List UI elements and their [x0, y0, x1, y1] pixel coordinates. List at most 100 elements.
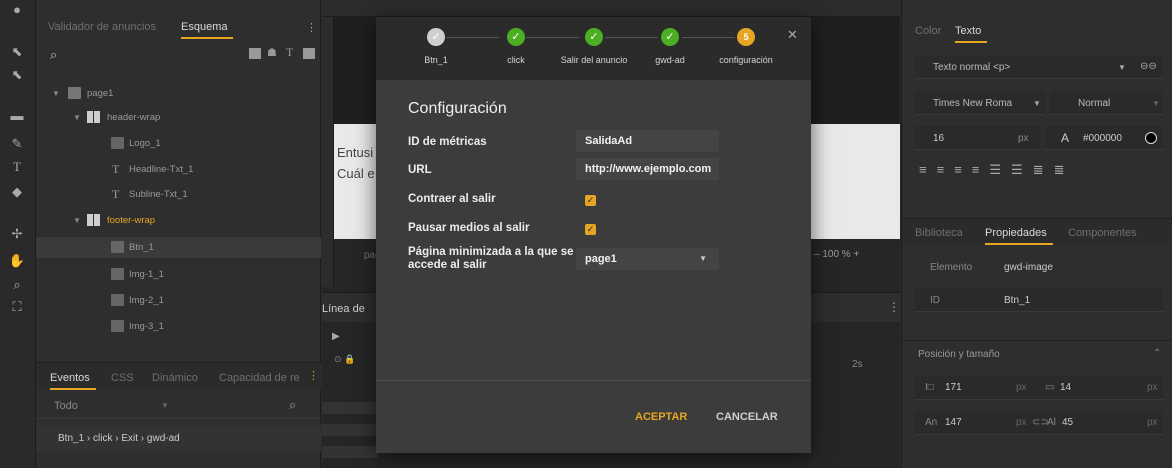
events-filter[interactable]: Todo ▼ ⌕ — [36, 393, 321, 419]
metrics-id-label: ID de métricas — [408, 136, 487, 148]
x-value: 171 — [945, 382, 962, 393]
size-fields[interactable]: An 147 px ⊂⊃ Al 45 px — [915, 411, 1163, 435]
id-value: Btn_1 — [1004, 295, 1031, 306]
tree-item-logo[interactable]: Logo_1 — [36, 133, 321, 154]
tab-ad-validator[interactable]: Validador de anuncios — [48, 21, 156, 33]
chevron-down-icon: ▼ — [1118, 63, 1126, 72]
y-position-icon: ▭ — [1045, 382, 1055, 393]
image-filter-icon[interactable] — [249, 48, 261, 59]
caret-down-icon[interactable]: ▼ — [73, 107, 81, 128]
section-title: Posición y tamaño — [918, 349, 1000, 360]
timeline-layer-row[interactable] — [322, 424, 378, 436]
url-input[interactable]: http://www.ejemplo.com — [576, 158, 719, 180]
x-unit: px — [1016, 382, 1027, 393]
align-left-icon[interactable]: ≡ — [919, 162, 937, 177]
ordered-list-icon[interactable]: ☰ — [989, 162, 1011, 177]
font-family-select[interactable]: Times New Roma ▼ — [915, 91, 1045, 115]
configuration-dialog: ✓ Btn_1 ✓ click ✓ Salir del anuncio ✓ gw… — [376, 17, 811, 453]
fullscreen-tool-icon[interactable]: ⛶ — [6, 297, 28, 317]
metrics-id-input[interactable]: SalidaAd — [576, 130, 719, 152]
tab-css[interactable]: CSS — [111, 372, 134, 384]
caret-down-icon[interactable]: ▼ — [52, 83, 60, 104]
panel-menu-icon[interactable]: ⋮ — [308, 369, 319, 382]
search-icon[interactable]: ⌕ — [50, 47, 57, 63]
font-color-input[interactable]: A #000000 — [1045, 126, 1163, 150]
tree-item-label: Subline-Txt_1 — [129, 189, 188, 200]
tab-outline[interactable]: Esquema — [181, 21, 235, 39]
tab-properties[interactable]: Propiedades — [985, 227, 1053, 245]
text-filter-icon[interactable]: T — [286, 45, 293, 60]
panel-menu-icon[interactable]: ⋮ — [306, 21, 317, 34]
tree-item-img3[interactable]: Img-3_1 — [36, 316, 321, 337]
unordered-list-icon[interactable]: ☰ — [1011, 162, 1033, 177]
tab-dynamic[interactable]: Dinámico — [152, 372, 198, 384]
text-style-select[interactable]: Texto normal <p> ▼ ⊖⊖ — [915, 55, 1163, 79]
tab-color[interactable]: Color — [915, 25, 941, 37]
cancel-button[interactable]: CANCELAR — [716, 411, 778, 423]
tab-text[interactable]: Texto — [955, 25, 988, 43]
minimized-page-select[interactable]: page1 ▼ — [576, 248, 719, 270]
link-icon[interactable]: ⊖⊖ — [1140, 61, 1157, 72]
accept-button[interactable]: ACEPTAR — [635, 411, 687, 423]
timeline-layer-row[interactable] — [322, 402, 378, 414]
tab-library[interactable]: Biblioteca — [915, 227, 963, 239]
tree-item-label: Logo_1 — [129, 138, 161, 149]
pause-media-checkbox[interactable]: ✓ — [585, 224, 596, 235]
tree-item-subline[interactable]: T Subline-Txt_1 — [36, 184, 321, 205]
position-fields[interactable]: I□ 171 px ▭ 14 px — [915, 376, 1163, 400]
tree-item-footer-wrap[interactable]: ▼ footer-wrap — [36, 210, 321, 231]
indent-icon[interactable]: ≣ — [1054, 162, 1075, 177]
alignment-toolbar[interactable]: ≡≡≡≡☰☰≣≣ — [915, 162, 1163, 186]
zoom-control[interactable]: – 100 % + — [814, 249, 859, 260]
pen-tool-icon[interactable]: ✎ — [6, 134, 28, 154]
text-tool-icon[interactable]: T — [6, 157, 28, 177]
font-weight-select[interactable]: Normal ▼ — [1050, 91, 1163, 115]
justify-icon[interactable]: ≡ — [972, 162, 990, 177]
group-filter-icon[interactable]: ☗ — [267, 46, 277, 59]
align-right-icon[interactable]: ≡ — [954, 162, 972, 177]
outdent-icon[interactable]: ≣ — [1033, 162, 1054, 177]
tab-events[interactable]: Eventos — [50, 372, 96, 390]
visibility-lock-icons[interactable]: ⊙ 🔒 — [334, 354, 355, 365]
step-exit-ad[interactable]: ✓ Salir del anuncio — [554, 28, 634, 65]
tree-item-img1[interactable]: Img-1_1 — [36, 264, 321, 285]
position-size-header[interactable]: Posición y tamaño ⌃ — [902, 340, 1172, 366]
font-size-input[interactable]: 16 px — [915, 126, 1040, 150]
zoom-tool-icon[interactable]: ⌕ — [6, 275, 28, 295]
step-click[interactable]: ✓ click — [476, 28, 556, 65]
color-swatch[interactable] — [1145, 132, 1157, 144]
horizontal-ruler — [322, 0, 900, 17]
tag-tool-icon[interactable]: ▬ — [6, 106, 28, 126]
3d-tool-icon[interactable]: ✢ — [6, 224, 28, 244]
fill-tool-icon[interactable]: ◆ — [6, 182, 28, 202]
chevron-up-icon[interactable]: ⌃ — [1153, 348, 1161, 359]
image-icon — [111, 294, 124, 306]
step-gwd-ad[interactable]: ✓ gwd-ad — [630, 28, 710, 65]
tree-item-header-wrap[interactable]: ▼ header-wrap — [36, 107, 321, 128]
tab-responsive[interactable]: Capacidad de re — [219, 372, 300, 384]
step-btn1[interactable]: ✓ Btn_1 — [396, 28, 476, 65]
timeline-layer-row[interactable] — [322, 446, 378, 458]
zoom-in-icon[interactable]: + — [851, 249, 859, 260]
caret-down-icon[interactable]: ▼ — [73, 210, 81, 231]
search-icon[interactable]: ⌕ — [289, 397, 296, 413]
select-tool-icon[interactable]: ⬉ — [6, 42, 28, 62]
step-configuration[interactable]: 5 configuración — [706, 28, 786, 65]
align-center-icon[interactable]: ≡ — [937, 162, 955, 177]
transform-tool-icon[interactable]: ⬉ — [6, 65, 28, 85]
tree-item-btn1[interactable]: Btn_1 — [36, 237, 321, 258]
hand-tool-icon[interactable]: ✋ — [6, 251, 28, 271]
play-icon[interactable]: ▶ — [332, 331, 340, 342]
collapse-checkbox[interactable]: ✓ — [585, 195, 596, 206]
tree-item-img2[interactable]: Img-2_1 — [36, 290, 321, 311]
event-item[interactable]: Btn_1 › click › Exit › gwd-ad — [36, 425, 321, 451]
tree-item-headline[interactable]: T Headline-Txt_1 — [36, 159, 321, 180]
tree-item-label: Headline-Txt_1 — [129, 164, 194, 175]
tab-components[interactable]: Componentes — [1068, 227, 1137, 239]
tree-item-page1[interactable]: ▼ page1 — [36, 83, 321, 104]
shape-filter-icon[interactable] — [303, 48, 315, 59]
id-field[interactable]: ID Btn_1 — [915, 288, 1163, 312]
font-weight-value: Normal — [1078, 98, 1111, 109]
panel-menu-icon[interactable]: ⋮ — [888, 300, 900, 314]
close-icon[interactable]: ✕ — [787, 27, 798, 43]
